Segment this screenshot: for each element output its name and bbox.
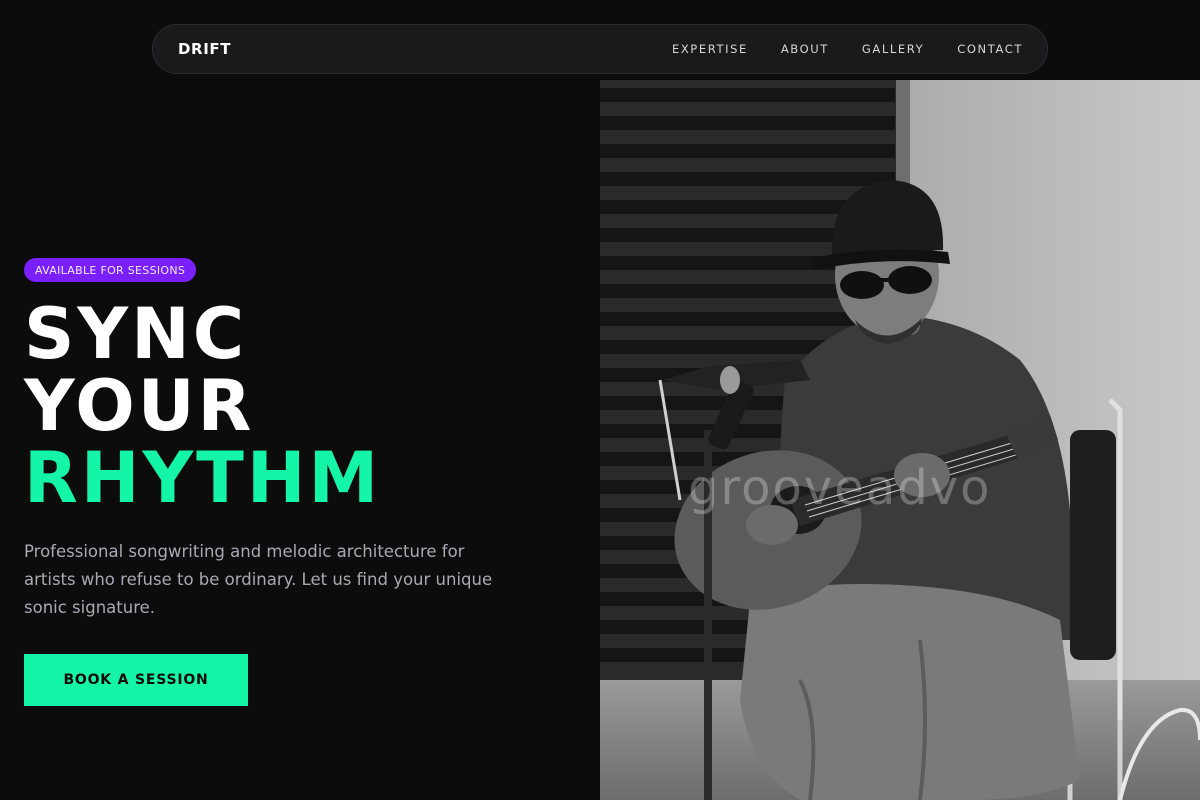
headline-line-sync: SYNC <box>24 293 248 375</box>
musician-with-acoustic-guitar-photo: grooveadvo <box>600 80 1200 800</box>
headline-line-your: YOUR <box>24 365 255 447</box>
nav-links: EXPERTISE ABOUT GALLERY CONTACT <box>672 42 1023 56</box>
book-session-button[interactable]: BOOK A SESSION <box>24 654 248 706</box>
availability-badge: AVAILABLE FOR SESSIONS <box>24 258 197 282</box>
nav-link-about[interactable]: ABOUT <box>781 42 829 56</box>
top-navbar: DRIFT EXPERTISE ABOUT GALLERY CONTACT <box>152 24 1048 74</box>
nav-link-gallery[interactable]: GALLERY <box>862 42 924 56</box>
photo-illustration <box>600 80 1200 800</box>
brand-logo[interactable]: DRIFT <box>178 40 231 58</box>
photo-watermark: grooveadvo <box>688 460 992 516</box>
nav-link-expertise[interactable]: EXPERTISE <box>672 42 748 56</box>
hero-headline: SYNC YOUR RHYTHM <box>24 298 381 514</box>
headline-line-rhythm: RHYTHM <box>24 437 382 519</box>
hero-description: Professional songwriting and melodic arc… <box>24 542 493 617</box>
nav-link-contact[interactable]: CONTACT <box>957 42 1023 56</box>
